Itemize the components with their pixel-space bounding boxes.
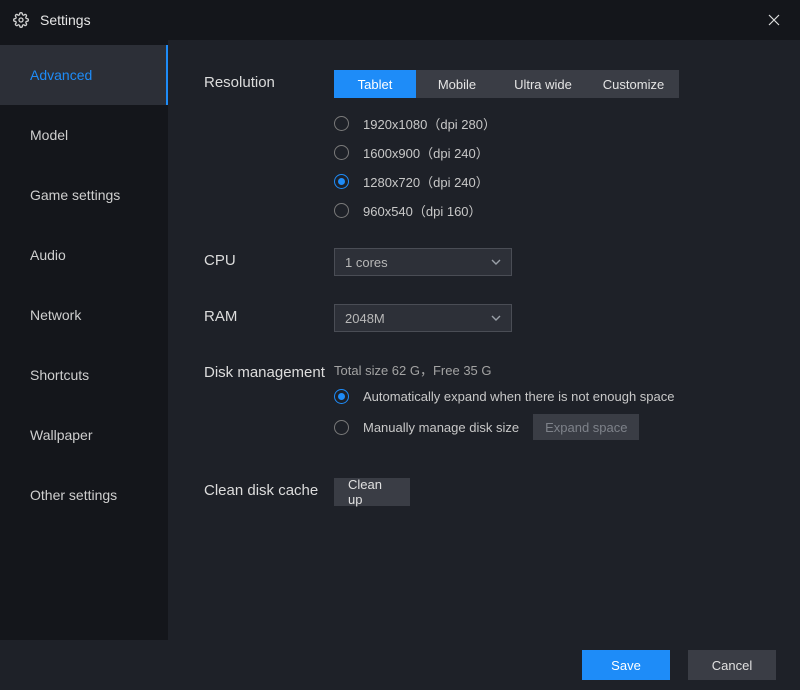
resolution-option-1920[interactable]: 1920x1080（dpi 280） xyxy=(334,114,770,133)
radio-icon xyxy=(334,116,349,131)
sidebar-item-wallpaper[interactable]: Wallpaper xyxy=(0,405,168,465)
clean-cache-label: Clean disk cache xyxy=(204,478,334,501)
sidebar-item-label: Audio xyxy=(30,247,66,263)
sidebar-item-label: Model xyxy=(30,127,68,143)
disk-option-auto[interactable]: Automatically expand when there is not e… xyxy=(334,389,770,404)
close-icon[interactable] xyxy=(760,6,788,34)
cpu-label: CPU xyxy=(204,248,334,271)
resolution-options: 1920x1080（dpi 280） 1600x900（dpi 240） 128… xyxy=(334,114,770,220)
save-button[interactable]: Save xyxy=(582,650,670,680)
cancel-button[interactable]: Cancel xyxy=(688,650,776,680)
resolution-option-1600[interactable]: 1600x900（dpi 240） xyxy=(334,143,770,162)
disk-label: Disk management xyxy=(204,360,334,383)
footer: Save Cancel xyxy=(0,640,800,690)
chevron-down-icon xyxy=(491,314,501,322)
resolution-option-1280[interactable]: 1280x720（dpi 240） xyxy=(334,172,770,191)
radio-icon xyxy=(334,389,349,404)
clean-up-button[interactable]: Clean up xyxy=(334,478,410,506)
sidebar-item-game-settings[interactable]: Game settings xyxy=(0,165,168,225)
chevron-down-icon xyxy=(491,258,501,266)
sidebar-item-shortcuts[interactable]: Shortcuts xyxy=(0,345,168,405)
resolution-label: Resolution xyxy=(204,70,334,93)
ram-label: RAM xyxy=(204,304,334,327)
tab-mobile[interactable]: Mobile xyxy=(416,70,498,98)
radio-icon xyxy=(334,420,349,435)
sidebar-item-audio[interactable]: Audio xyxy=(0,225,168,285)
expand-space-button[interactable]: Expand space xyxy=(533,414,639,440)
resolution-tabs: Tablet Mobile Ultra wide Customize xyxy=(334,70,679,98)
main-panel: Resolution Tablet Mobile Ultra wide Cust… xyxy=(168,40,800,640)
disk-option-manual[interactable]: Manually manage disk size Expand space xyxy=(334,414,770,440)
sidebar: Advanced Model Game settings Audio Netwo… xyxy=(0,40,168,640)
ram-select[interactable]: 2048M xyxy=(334,304,512,332)
sidebar-item-label: Wallpaper xyxy=(30,427,93,443)
sidebar-item-label: Network xyxy=(30,307,81,323)
sidebar-item-network[interactable]: Network xyxy=(0,285,168,345)
radio-icon xyxy=(334,145,349,160)
gear-icon xyxy=(12,11,30,29)
tab-customize[interactable]: Customize xyxy=(588,70,679,98)
sidebar-item-label: Game settings xyxy=(30,187,120,203)
cpu-value: 1 cores xyxy=(345,255,388,270)
cpu-select[interactable]: 1 cores xyxy=(334,248,512,276)
radio-icon xyxy=(334,174,349,189)
radio-icon xyxy=(334,203,349,218)
disk-info: Total size 62 G，Free 35 G xyxy=(334,360,770,379)
sidebar-item-label: Advanced xyxy=(30,67,92,83)
resolution-option-960[interactable]: 960x540（dpi 160） xyxy=(334,201,770,220)
sidebar-item-model[interactable]: Model xyxy=(0,105,168,165)
titlebar: Settings xyxy=(0,0,800,40)
sidebar-item-advanced[interactable]: Advanced xyxy=(0,45,168,105)
tab-tablet[interactable]: Tablet xyxy=(334,70,416,98)
ram-value: 2048M xyxy=(345,311,385,326)
window-title: Settings xyxy=(40,12,91,28)
sidebar-item-other-settings[interactable]: Other settings xyxy=(0,465,168,525)
tab-ultra-wide[interactable]: Ultra wide xyxy=(498,70,588,98)
sidebar-item-label: Other settings xyxy=(30,487,117,503)
sidebar-item-label: Shortcuts xyxy=(30,367,89,383)
